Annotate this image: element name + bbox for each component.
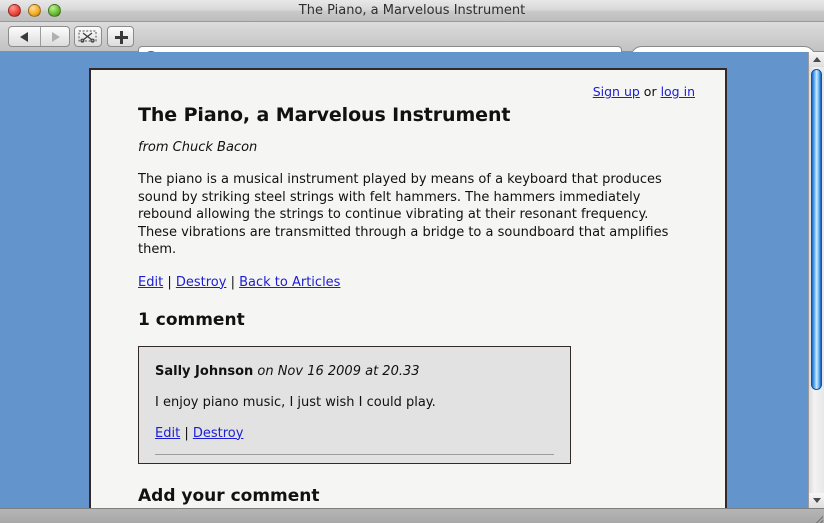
- window-title: The Piano, a Marvelous Instrument: [298, 3, 526, 18]
- title-bar: The Piano, a Marvelous Instrument: [0, 0, 824, 22]
- browser-window: The Piano, a Marvelous Instrument http:/…: [0, 0, 824, 523]
- article-destroy-link[interactable]: Destroy: [176, 275, 227, 290]
- plus-icon-bar: [115, 36, 128, 39]
- auth-links: Sign up or log in: [138, 84, 695, 100]
- back-to-articles-link[interactable]: Back to Articles: [239, 275, 340, 290]
- article-edit-link[interactable]: Edit: [138, 275, 163, 290]
- sign-up-link[interactable]: Sign up: [593, 84, 640, 99]
- triangle-up-icon: [813, 57, 821, 62]
- comment-destroy-link[interactable]: Destroy: [193, 426, 244, 441]
- vertical-scrollbar[interactable]: [808, 52, 824, 508]
- log-in-link[interactable]: log in: [661, 84, 695, 99]
- scrollbar-thumb[interactable]: [811, 69, 822, 390]
- article-body: The piano is a musical instrument played…: [138, 172, 669, 257]
- page-title: The Piano, a Marvelous Instrument: [138, 104, 511, 126]
- scissors-icon: [78, 30, 97, 43]
- comment-author: Sally Johnson: [155, 363, 254, 379]
- snippet-button[interactable]: [74, 26, 102, 47]
- comments-heading: 1 comment: [138, 309, 245, 330]
- status-bar: [0, 508, 824, 523]
- comment-date: on Nov 16 2009 at 20.33: [253, 363, 420, 379]
- nav-buttons-group[interactable]: [8, 26, 70, 47]
- link-separator: |: [180, 425, 193, 441]
- comment-meta: Sally Johnson on Nov 16 2009 at 20.33: [155, 364, 554, 379]
- forward-arrow-icon[interactable]: [52, 32, 60, 42]
- auth-separator: or: [639, 84, 661, 99]
- comment-action-links: Edit | Destroy: [155, 426, 554, 441]
- new-tab-button[interactable]: [107, 26, 134, 47]
- resize-grip[interactable]: [808, 509, 823, 523]
- page-viewport: Sign up or log in The Piano, a Marvelous…: [0, 52, 824, 508]
- scroll-up-button[interactable]: [809, 52, 824, 67]
- scroll-down-button[interactable]: [809, 493, 824, 508]
- comment-divider: [155, 453, 554, 455]
- comment-edit-link[interactable]: Edit: [155, 426, 180, 441]
- comment-text: I enjoy piano music, I just wish I could…: [155, 394, 436, 410]
- comment-item: Sally Johnson on Nov 16 2009 at 20.33 I …: [138, 345, 571, 464]
- article-action-links: Edit | Destroy | Back to Articles: [138, 275, 695, 290]
- article-page: Sign up or log in The Piano, a Marvelous…: [89, 68, 727, 508]
- browser-toolbar: http://localhost:3000/articles/1 ↻ Googl…: [0, 22, 824, 70]
- add-comment-heading: Add your comment: [138, 485, 320, 506]
- link-separator: |: [226, 274, 240, 290]
- triangle-down-icon: [813, 498, 821, 503]
- link-separator: |: [163, 274, 176, 290]
- nav-divider: [40, 27, 41, 46]
- article-author: from Chuck Bacon: [138, 140, 258, 155]
- back-arrow-icon[interactable]: [20, 32, 28, 42]
